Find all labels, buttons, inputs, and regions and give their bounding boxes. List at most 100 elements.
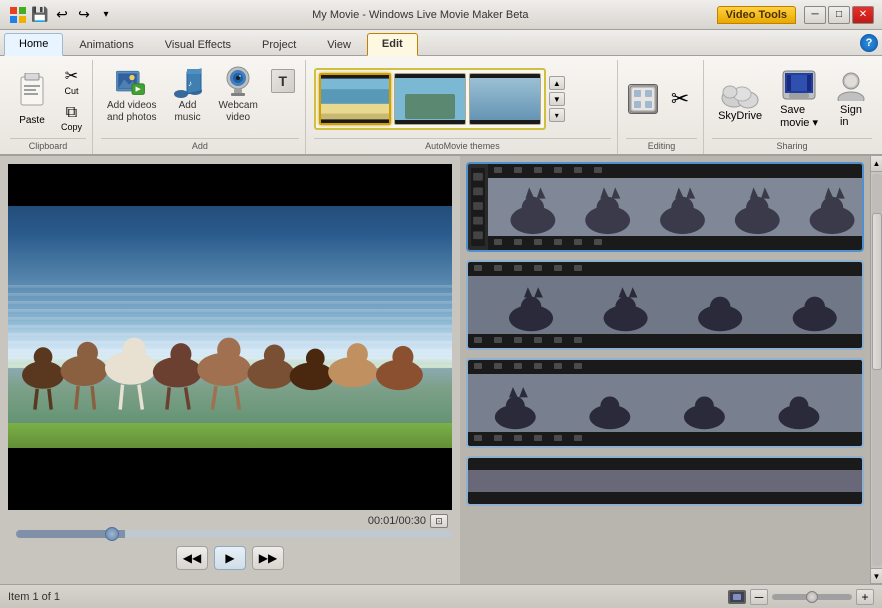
skydrive-label: SkyDrive <box>718 110 762 122</box>
scrollbar[interactable]: ▲ ▼ <box>870 156 882 584</box>
add-group: Add videosand photos ♪ Addmusic <box>95 60 306 154</box>
sign-in-button[interactable]: Signin <box>830 67 872 132</box>
theme-cinematic-preview <box>321 75 389 123</box>
svg-text:♪: ♪ <box>188 79 192 88</box>
tab-project[interactable]: Project <box>247 34 311 55</box>
scrubber-container <box>8 530 452 542</box>
hole <box>534 239 542 245</box>
storyboard-content-2 <box>468 262 862 348</box>
tab-animations[interactable]: Animations <box>64 34 148 55</box>
storyboard-item-1[interactable] <box>466 162 864 252</box>
minimize-button[interactable]: ─ <box>804 6 826 24</box>
qa-dropdown-icon[interactable]: ▾ <box>96 5 116 25</box>
hole <box>514 337 522 343</box>
webcam-icon <box>222 66 254 98</box>
fullscreen-button[interactable]: ⊡ <box>430 514 448 528</box>
hole <box>594 239 602 245</box>
film-frames-3 <box>468 374 862 432</box>
cut-button[interactable]: ✂ Cut <box>57 63 86 99</box>
zoom-thumb[interactable] <box>806 591 818 603</box>
film-strip-top-4 <box>468 458 862 470</box>
zoom-in-button[interactable]: + <box>856 589 874 605</box>
maximize-button[interactable]: □ <box>828 6 850 24</box>
playback-controls: ◀◀ ▶ ▶▶ <box>8 542 452 576</box>
text-button[interactable]: T <box>267 66 299 96</box>
storyboard-content-1 <box>488 164 862 250</box>
play-icon: ▶ <box>225 551 234 565</box>
paste-button[interactable]: Paste <box>10 68 54 131</box>
prev-frame-button[interactable]: ◀◀ <box>176 546 208 570</box>
add-music-label: Addmusic <box>174 100 200 124</box>
webcam-label: Webcamvideo <box>219 100 258 124</box>
undo-icon[interactable]: ↩ <box>52 5 72 25</box>
monitor-icon[interactable] <box>728 590 746 604</box>
film-strip-top-3 <box>468 360 862 374</box>
sign-in-icon <box>836 71 866 104</box>
scroll-track[interactable] <box>872 174 882 566</box>
hole <box>474 363 482 369</box>
app-logo <box>8 5 28 25</box>
hole <box>494 167 502 173</box>
redo-icon[interactable]: ↪ <box>74 5 94 25</box>
hole <box>514 265 522 271</box>
help-button[interactable]: ? <box>860 34 878 52</box>
clipboard-label: Clipboard <box>10 138 86 154</box>
add-music-button[interactable]: ♪ Addmusic <box>166 62 210 128</box>
quick-access-toolbar: 💾 ↩ ↪ ▾ <box>8 5 116 25</box>
window-title: My Movie - Windows Live Movie Maker Beta <box>124 9 717 21</box>
add-videos-button[interactable]: Add videosand photos <box>101 62 163 128</box>
cut-label: Cut <box>65 86 79 96</box>
hole <box>554 337 562 343</box>
themes-dropdown[interactable]: ▾ <box>549 108 565 122</box>
hole <box>574 435 582 441</box>
scissors-button[interactable]: ✂ <box>663 82 697 116</box>
storyboard-content-4 <box>468 458 862 504</box>
hole <box>554 363 562 369</box>
themes-scroll-up[interactable]: ▲ <box>549 76 565 90</box>
tab-view[interactable]: View <box>312 34 366 55</box>
close-button[interactable]: ✕ <box>852 6 874 24</box>
theme-contemporary[interactable] <box>394 73 466 125</box>
hole <box>554 265 562 271</box>
scroll-thumb[interactable] <box>872 213 882 370</box>
hole <box>514 167 522 173</box>
scrubber-thumb[interactable] <box>105 527 119 541</box>
storyboard-panel[interactable] <box>460 156 870 584</box>
text-icon: T <box>271 69 295 93</box>
letterbox-bottom <box>8 448 452 510</box>
film-edit-button[interactable] <box>626 82 660 116</box>
sharing-label: Sharing <box>712 138 872 154</box>
storyboard-item-3[interactable] <box>466 358 864 448</box>
save-quick-icon[interactable]: 💾 <box>30 5 50 25</box>
webcam-button[interactable]: Webcamvideo <box>213 62 264 128</box>
video-preview[interactable] <box>8 164 452 510</box>
hole <box>554 435 562 441</box>
tab-visual-effects[interactable]: Visual Effects <box>150 34 246 55</box>
scroll-up-button[interactable]: ▲ <box>871 156 882 172</box>
clipboard-items: Paste ✂ Cut ⧉ Copy <box>10 62 86 136</box>
hole <box>574 167 582 173</box>
skydrive-icon-container <box>720 76 760 110</box>
tab-edit[interactable]: Edit <box>367 33 418 56</box>
skydrive-button[interactable]: SkyDrive <box>712 72 768 126</box>
save-movie-button[interactable]: Savemovie ▾ <box>774 65 824 133</box>
storyboard-item-4[interactable] <box>466 456 864 506</box>
theme-cinematic[interactable] <box>319 73 391 125</box>
hole <box>494 265 502 271</box>
sharing-items: SkyDrive Savemovie ▾ <box>712 62 872 136</box>
zoom-out-button[interactable]: ─ <box>750 589 768 605</box>
next-frame-button[interactable]: ▶▶ <box>252 546 284 570</box>
copy-button[interactable]: ⧉ Copy <box>57 101 86 135</box>
tab-home[interactable]: Home <box>4 33 63 56</box>
hole <box>574 265 582 271</box>
theme-fade[interactable] <box>469 73 541 125</box>
zoom-track[interactable] <box>772 594 852 600</box>
film-strip-bottom-3 <box>468 432 862 446</box>
sharing-group: SkyDrive Savemovie ▾ <box>706 60 878 154</box>
play-button[interactable]: ▶ <box>214 546 246 570</box>
themes-scroll-down[interactable]: ▼ <box>549 92 565 106</box>
storyboard-item-2[interactable] <box>466 260 864 350</box>
scrubber-track[interactable] <box>16 530 452 538</box>
scroll-down-button[interactable]: ▼ <box>871 568 882 584</box>
hole <box>514 363 522 369</box>
